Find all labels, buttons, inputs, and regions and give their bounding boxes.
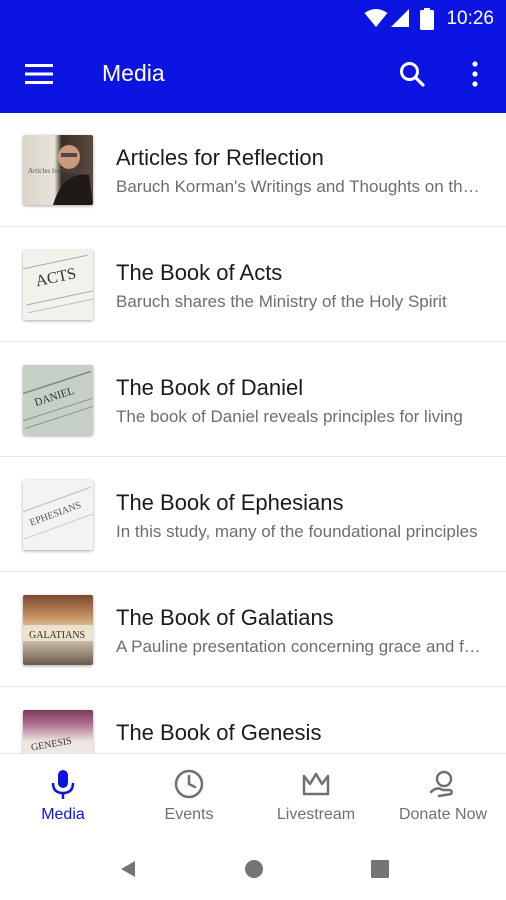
- item-subtitle: Baruch shares the Ministry of the Holy S…: [116, 292, 447, 311]
- item-title: Articles for Reflection: [116, 145, 324, 170]
- thumb-text: ACTS: [34, 265, 78, 290]
- signal-icon: [390, 8, 410, 33]
- nav-tab-donate[interactable]: Donate Now: [380, 754, 506, 836]
- home-button[interactable]: [240, 855, 268, 883]
- donate-hand-icon: [429, 770, 453, 798]
- wifi-icon: [364, 8, 388, 33]
- nav-tab-media[interactable]: Media: [0, 754, 126, 836]
- nav-tab-livestream[interactable]: Livestream: [253, 754, 379, 836]
- crown-icon: [302, 772, 330, 796]
- list-item[interactable]: ACTS The Book of Acts Baruch shares the …: [0, 228, 506, 342]
- status-time: 10:26: [446, 8, 494, 29]
- item-thumbnail: GENESIS: [23, 710, 93, 753]
- item-subtitle: In this study, many of the foundational …: [116, 522, 478, 541]
- nav-label: Livestream: [276, 806, 356, 823]
- thumb-text: GALATIANS: [29, 630, 85, 641]
- page-title: Media: [102, 60, 165, 86]
- battery-icon: [420, 8, 434, 35]
- item-title: The Book of Acts: [116, 260, 283, 285]
- item-subtitle: Baruch Korman's Writings and Thoughts on…: [116, 177, 484, 196]
- search-button[interactable]: [390, 50, 434, 98]
- list-item[interactable]: EPHESIANS The Book of Ephesians In this …: [0, 458, 506, 572]
- item-thumbnail: EPHESIANS: [23, 480, 93, 550]
- bottom-navigation: Media Events Livestream Donate Now: [0, 753, 506, 836]
- clock-icon: [174, 769, 204, 799]
- item-title: The Book of Galatians: [116, 605, 334, 630]
- item-subtitle: A Pauline presentation concerning grace …: [116, 637, 484, 656]
- thumb-text: Articles for Reflection: [28, 167, 91, 175]
- overflow-menu-button[interactable]: [458, 50, 492, 98]
- item-title: The Book of Ephesians: [116, 490, 344, 515]
- thumb-text: GENESIS: [30, 736, 72, 753]
- back-triangle-icon: [121, 861, 135, 877]
- item-thumbnail: ACTS: [23, 250, 93, 320]
- app-header: 10:26 Media: [0, 0, 506, 113]
- list-item[interactable]: GENESIS The Book of Genesis: [0, 688, 506, 753]
- system-navigation-bar: [0, 835, 506, 900]
- item-thumbnail: Articles for Reflection: [23, 135, 93, 205]
- media-list: Articles for Reflection Articles for Ref…: [0, 113, 506, 753]
- item-thumbnail: GALATIANS: [23, 595, 93, 665]
- item-title: The Book of Daniel: [116, 375, 304, 400]
- list-item[interactable]: Articles for Reflection Articles for Ref…: [0, 113, 506, 227]
- menu-button[interactable]: [14, 50, 64, 98]
- recents-button[interactable]: [366, 855, 394, 883]
- thumb-text: EPHESIANS: [28, 500, 82, 529]
- search-icon: [400, 62, 425, 87]
- list-item[interactable]: DANIEL The Book of Daniel The book of Da…: [0, 343, 506, 457]
- list-item[interactable]: GALATIANS The Book of Galatians A Paulin…: [0, 573, 506, 687]
- nav-label: Events: [164, 806, 214, 823]
- nav-label: Donate Now: [398, 806, 488, 823]
- back-button[interactable]: [114, 855, 142, 883]
- item-thumbnail: DANIEL: [23, 365, 93, 435]
- more-vert-icon: [472, 61, 478, 87]
- hamburger-menu-icon: [25, 64, 53, 84]
- recents-square-icon: [371, 860, 389, 878]
- microphone-icon: [51, 770, 75, 799]
- item-title: The Book of Genesis: [116, 720, 322, 745]
- home-circle-icon: [245, 860, 263, 878]
- toolbar: Media: [0, 36, 506, 113]
- item-subtitle: The book of Daniel reveals principles fo…: [116, 407, 463, 426]
- status-bar: 10:26: [0, 0, 506, 36]
- nav-tab-events[interactable]: Events: [126, 754, 252, 836]
- nav-label: Media: [41, 806, 85, 823]
